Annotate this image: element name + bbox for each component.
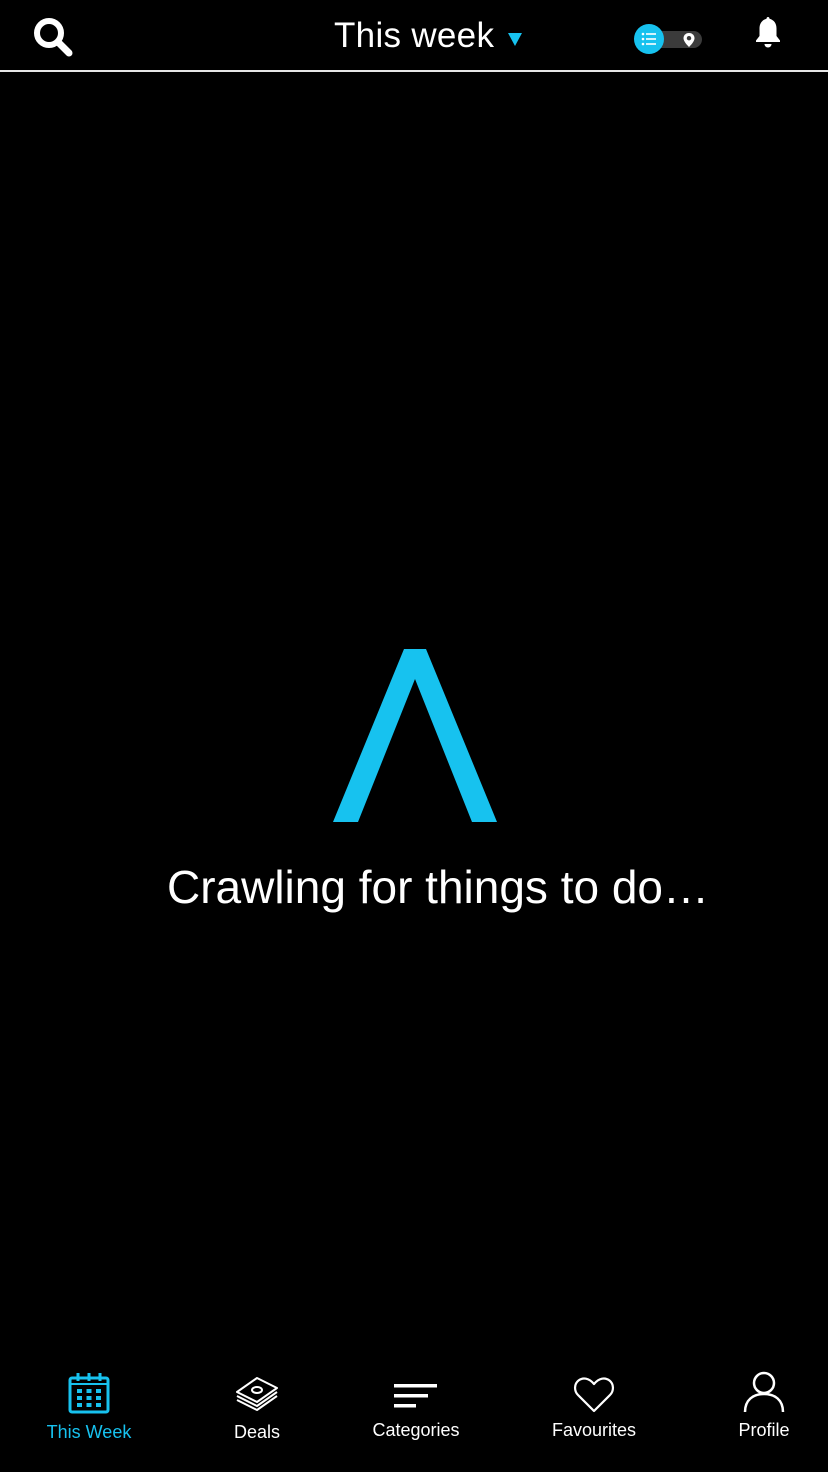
nav-item-this-week[interactable]: This Week: [38, 1362, 140, 1462]
nav-label-this-week: This Week: [46, 1422, 132, 1442]
nav-icon-wrap: [235, 1362, 279, 1414]
top-bar: This week: [0, 0, 828, 72]
list-map-toggle[interactable]: [632, 24, 704, 54]
nav-label-favourites: Favourites: [551, 1420, 637, 1440]
nav-item-favourites[interactable]: Favourites: [546, 1362, 642, 1462]
bell-icon: [756, 17, 780, 48]
bottom-nav: This Week Deals Categories Favourites Pr…: [0, 1362, 828, 1472]
week-selector-label: This week: [334, 16, 495, 55]
nav-label-categories: Categories: [372, 1420, 460, 1440]
search-button[interactable]: [30, 14, 76, 60]
nav-icon-wrap: [394, 1362, 438, 1414]
nav-item-categories[interactable]: Categories: [366, 1362, 466, 1462]
map-pin-icon: [683, 33, 695, 47]
nav-icon-wrap: [68, 1362, 110, 1414]
profile-icon: [743, 1371, 785, 1413]
loading-message: Crawling for things to do…: [166, 861, 710, 913]
week-selector[interactable]: This week: [334, 12, 523, 60]
nav-label-deals: Deals: [233, 1422, 281, 1442]
app-screen: This week Crawling for things to do… Thi…: [0, 0, 828, 1472]
notifications-button[interactable]: [748, 12, 788, 52]
deals-icon: [236, 1377, 278, 1411]
calendar-icon: [68, 1373, 110, 1414]
heart-icon: [573, 1377, 615, 1413]
list-icon: [641, 32, 656, 46]
toggle-knob: [634, 24, 664, 54]
nav-label-profile: Profile: [738, 1420, 790, 1440]
categories-icon: [394, 1384, 437, 1408]
nav-icon-wrap: [573, 1362, 615, 1414]
nav-item-deals[interactable]: Deals: [212, 1362, 302, 1462]
nav-icon-wrap: [743, 1362, 785, 1414]
caret-logo-icon: [333, 649, 497, 822]
caret-down-icon: [508, 32, 523, 46]
nav-item-profile[interactable]: Profile: [726, 1362, 802, 1462]
search-icon: [34, 18, 73, 57]
